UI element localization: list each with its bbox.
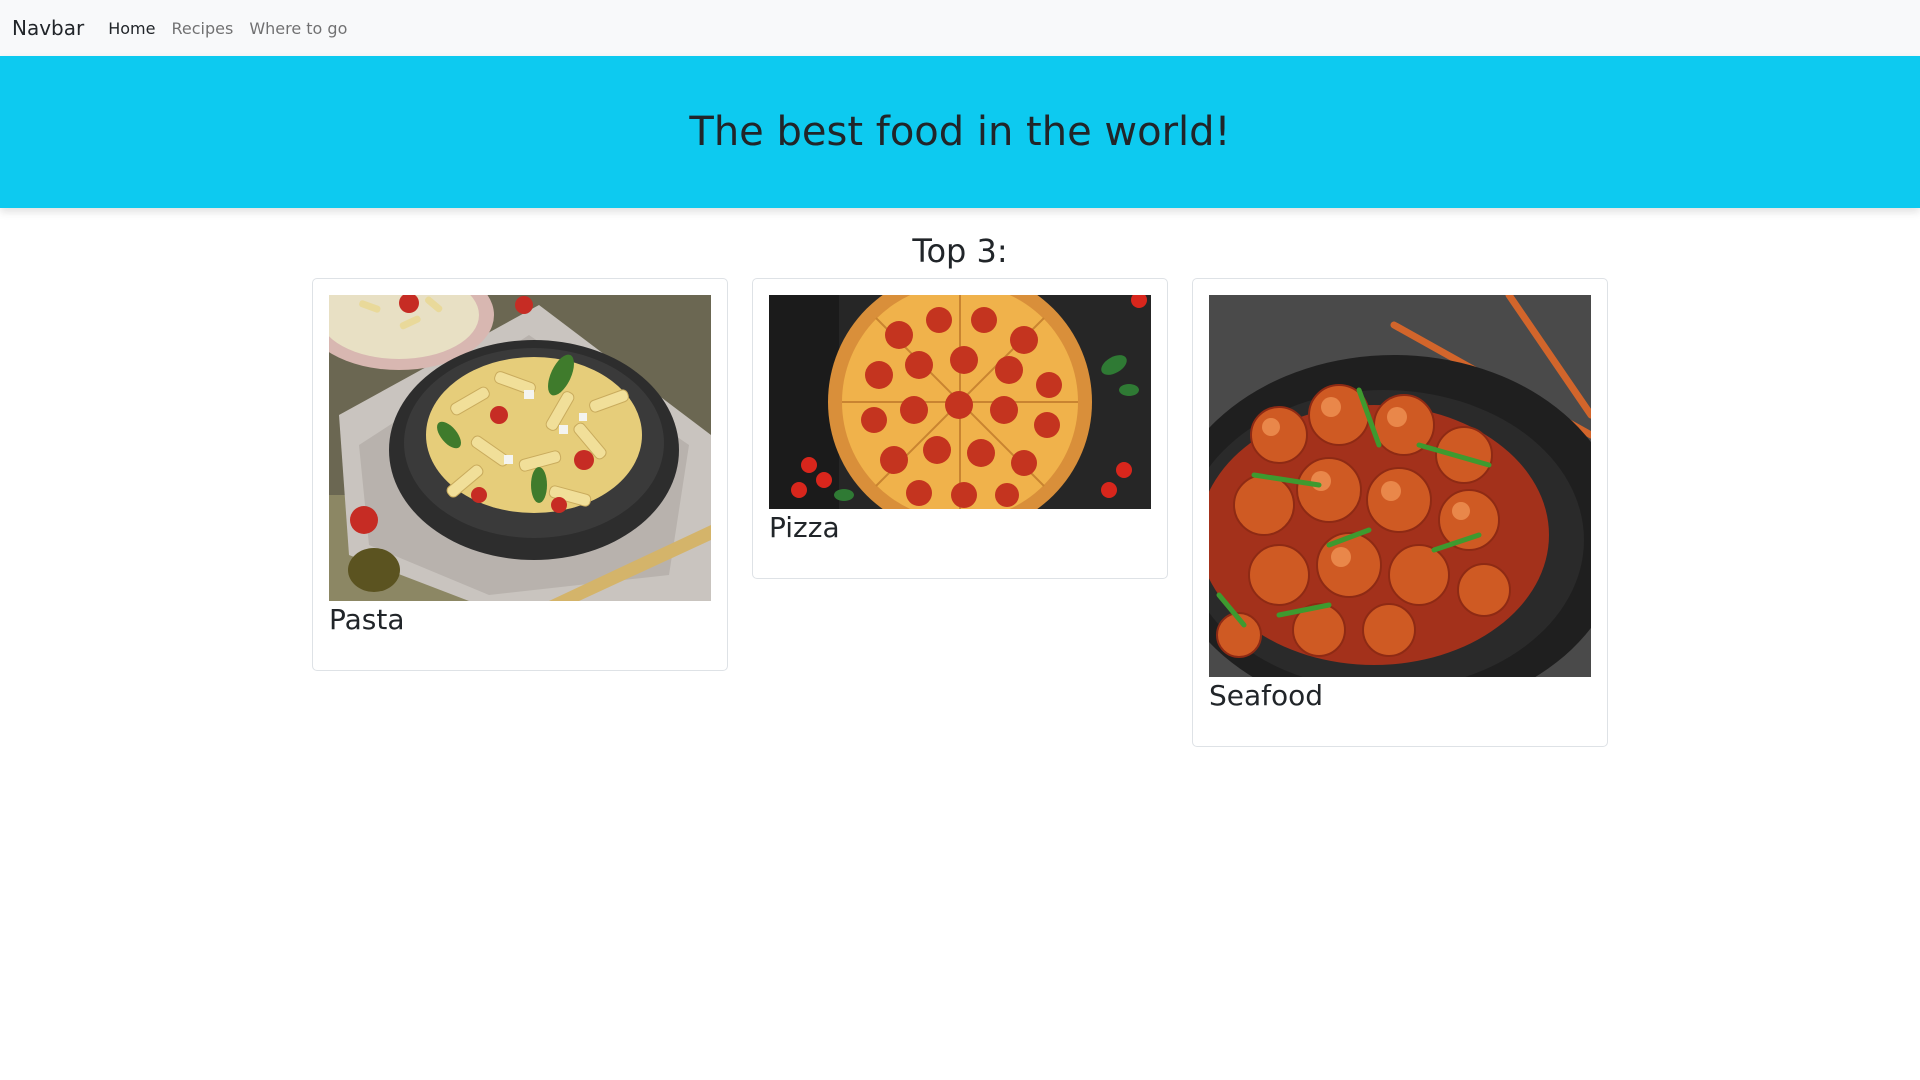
card-title-pizza: Pizza bbox=[769, 511, 840, 544]
pizza-image bbox=[769, 295, 1151, 509]
nav-link-home[interactable]: Home bbox=[108, 19, 155, 38]
card-pasta: Pasta bbox=[312, 278, 728, 671]
hero-banner: The best food in the world! bbox=[0, 56, 1920, 208]
hero-title: The best food in the world! bbox=[689, 109, 1231, 155]
navbar-brand[interactable]: Navbar bbox=[12, 16, 84, 40]
card-pizza: Pizza bbox=[752, 278, 1168, 579]
section-title: Top 3: bbox=[912, 232, 1008, 270]
card-title-seafood: Seafood bbox=[1209, 679, 1324, 712]
navbar: Navbar Home Recipes Where to go bbox=[0, 0, 1920, 56]
nav-link-recipes[interactable]: Recipes bbox=[171, 19, 233, 38]
card-seafood: Seafood bbox=[1192, 278, 1608, 747]
nav-link-where-to-go[interactable]: Where to go bbox=[249, 19, 347, 38]
seafood-image bbox=[1209, 295, 1591, 677]
pasta-image bbox=[329, 295, 711, 601]
card-title-pasta: Pasta bbox=[329, 603, 405, 636]
card-list: Pasta Pizza Seafood bbox=[0, 278, 1920, 747]
